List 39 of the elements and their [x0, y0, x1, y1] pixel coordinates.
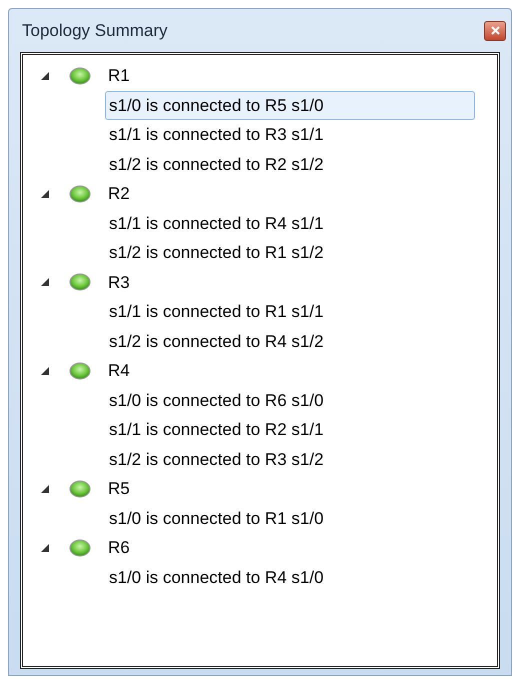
connection-item[interactable]: s1/1 is connected to R2 s1/1 — [105, 415, 328, 444]
status-dot-icon — [69, 362, 91, 380]
expand-toggle[interactable] — [39, 188, 51, 200]
router-label[interactable]: R4 — [108, 358, 130, 384]
connection-item[interactable]: s1/0 is connected to R1 s1/0 — [105, 504, 328, 533]
status-dot-icon — [69, 538, 91, 557]
status-dot-icon — [69, 480, 91, 498]
router-label[interactable]: R6 — [108, 535, 130, 560]
expanded-triangle-icon — [41, 72, 49, 80]
expand-toggle[interactable] — [39, 70, 51, 82]
expanded-triangle-icon — [41, 278, 49, 286]
connection-item[interactable]: s1/2 is connected to R4 s1/2 — [105, 326, 328, 356]
connection-item[interactable]: s1/2 is connected to R1 s1/2 — [105, 238, 328, 268]
status-dot-icon — [69, 273, 91, 292]
close-icon — [490, 26, 500, 35]
expanded-triangle-icon — [41, 544, 49, 552]
status-dot-icon — [69, 66, 91, 85]
expanded-triangle-icon — [41, 484, 49, 493]
connection-item[interactable]: s1/0 is connected to R5 s1/0 — [105, 90, 475, 120]
connection-item[interactable]: s1/1 is connected to R3 s1/1 — [105, 120, 328, 150]
router-label[interactable]: R3 — [108, 270, 130, 295]
router-label[interactable]: R2 — [108, 181, 130, 206]
expanded-triangle-icon — [41, 366, 49, 375]
window-title: Topology Summary — [22, 20, 168, 42]
expand-toggle[interactable] — [39, 542, 51, 554]
connection-item[interactable]: s1/0 is connected to R4 s1/0 — [105, 562, 328, 592]
expand-toggle[interactable] — [39, 364, 51, 377]
expand-toggle[interactable] — [39, 276, 51, 288]
connection-item[interactable]: s1/1 is connected to R4 s1/1 — [105, 208, 328, 238]
close-button[interactable] — [484, 20, 506, 40]
status-dot-icon — [69, 184, 91, 203]
router-label[interactable]: R5 — [108, 476, 130, 502]
connection-item[interactable]: s1/1 is connected to R1 s1/1 — [105, 297, 328, 326]
connection-item[interactable]: s1/0 is connected to R6 s1/0 — [105, 386, 328, 415]
connection-item[interactable]: s1/2 is connected to R3 s1/2 — [105, 444, 328, 474]
expanded-triangle-icon — [41, 190, 49, 198]
expand-toggle[interactable] — [39, 482, 51, 495]
router-label[interactable]: R1 — [108, 63, 130, 88]
connection-item[interactable]: s1/2 is connected to R2 s1/2 — [105, 150, 328, 179]
